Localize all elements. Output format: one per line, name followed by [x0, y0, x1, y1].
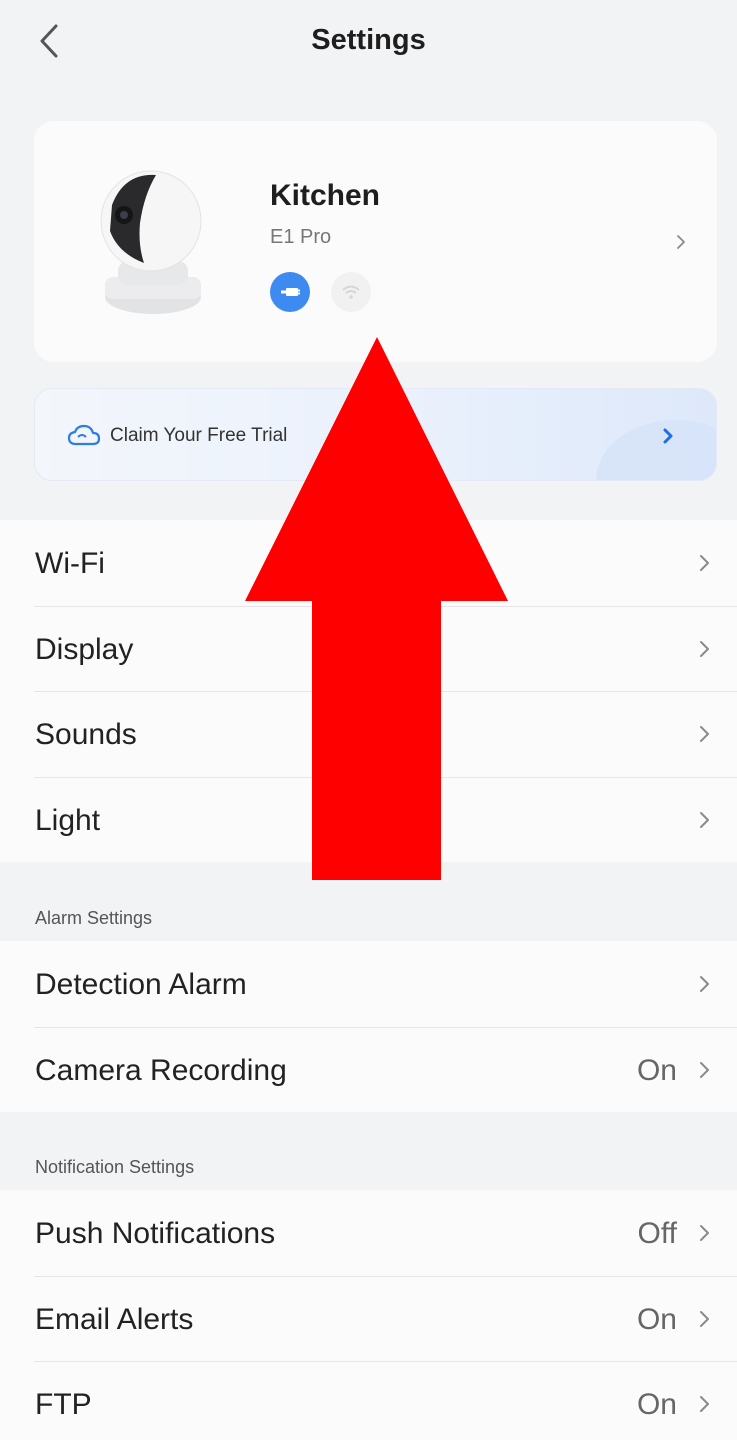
device-name: Kitchen	[270, 179, 381, 212]
page-title: Settings	[311, 24, 426, 56]
row-label: Light	[35, 803, 101, 837]
device-card[interactable]: Kitchen E1 Pro	[34, 121, 717, 362]
settings-row-display[interactable]: Display	[0, 605, 737, 692]
settings-row-sounds[interactable]: Sounds	[0, 691, 737, 777]
chevron-right-icon	[700, 1225, 709, 1241]
notification-settings-header: Notification Settings	[35, 1157, 195, 1177]
free-trial-label: Claim Your Free Trial	[110, 425, 288, 446]
settings-screen: Settings Kitchen E1 Pro Claim Your Free …	[0, 0, 737, 1440]
row-label: Push Notifications	[35, 1217, 276, 1250]
wifi-icon	[331, 272, 371, 312]
chevron-right-icon	[663, 428, 673, 444]
chevron-right-icon	[677, 235, 685, 249]
row-value: Off	[637, 1217, 677, 1250]
alarm-settings-group: Detection Alarm Camera Recording On	[0, 941, 737, 1112]
wired-connection-icon	[270, 272, 310, 312]
row-value: On	[636, 1388, 677, 1421]
chevron-right-icon	[700, 1061, 709, 1078]
row-value: On	[636, 1302, 677, 1336]
camera-image	[100, 170, 202, 314]
row-value: On	[636, 1053, 677, 1087]
settings-row-push-notifications[interactable]: Push Notifications Off	[0, 1190, 737, 1276]
free-trial-banner[interactable]: Claim Your Free Trial	[34, 388, 717, 481]
banner-decoration	[596, 420, 716, 480]
settings-row-camera-recording[interactable]: Camera Recording On	[0, 1026, 737, 1113]
chevron-right-icon	[700, 1396, 709, 1412]
cloud-icon	[67, 424, 101, 446]
chevron-right-icon	[700, 640, 709, 657]
app-header: Settings	[0, 0, 737, 84]
settings-row-detection-alarm[interactable]: Detection Alarm	[0, 941, 737, 1027]
chevron-right-icon	[700, 976, 709, 992]
row-label: Display	[35, 632, 134, 666]
row-label: Wi-Fi	[35, 547, 105, 580]
notification-settings-group: Push Notifications Off Email Alerts On F…	[0, 1190, 737, 1440]
row-label: Camera Recording	[35, 1053, 287, 1087]
row-label: Sounds	[35, 718, 137, 751]
chevron-right-icon	[700, 726, 709, 742]
settings-row-light[interactable]: Light	[0, 776, 737, 863]
row-label: Detection Alarm	[35, 968, 247, 1001]
settings-row-email-alerts[interactable]: Email Alerts On	[0, 1275, 737, 1362]
chevron-right-icon	[700, 811, 709, 828]
alarm-settings-header: Alarm Settings	[35, 908, 153, 928]
chevron-right-icon	[700, 555, 709, 571]
row-label: FTP	[35, 1388, 92, 1421]
chevron-right-icon	[700, 1310, 709, 1327]
general-settings-group: Wi-Fi Display Sounds Light	[0, 520, 737, 862]
settings-row-ftp[interactable]: FTP On	[0, 1361, 737, 1440]
device-model: E1 Pro	[270, 226, 332, 248]
settings-row-wifi[interactable]: Wi-Fi	[0, 520, 737, 606]
row-label: Email Alerts	[35, 1302, 194, 1336]
